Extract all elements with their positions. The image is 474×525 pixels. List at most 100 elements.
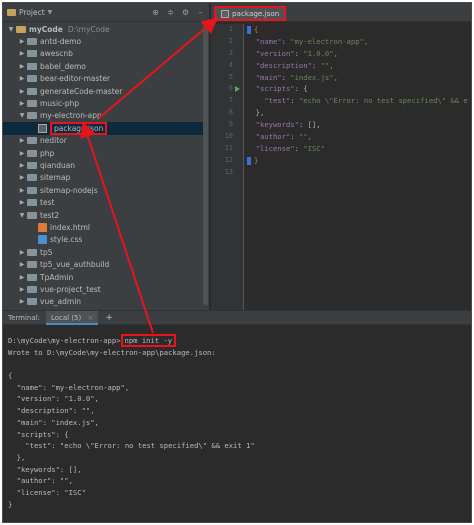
fold-marker-icon[interactable] (247, 26, 251, 34)
tree-item-label: sitemap (40, 173, 71, 183)
tree-item[interactable]: ▶ vue-project_test (3, 283, 203, 295)
folder-icon (27, 211, 37, 219)
json-file-icon (38, 123, 47, 133)
folder-icon (27, 50, 37, 58)
tree-item-label: php (40, 148, 55, 158)
terminal-line: Wrote to D:\myCode\my-electron-app\packa… (8, 347, 216, 357)
code-token: "scripts" (255, 84, 295, 94)
chevron-down-icon[interactable]: ▼ (7, 26, 15, 33)
tree-item[interactable]: ▶ php (3, 147, 203, 159)
chevron-right-icon[interactable]: ▶ (18, 274, 26, 281)
chevron-right-icon[interactable]: ▶ (18, 75, 26, 82)
chevron-right-icon[interactable]: ▶ (18, 100, 26, 107)
code-line: }, (247, 107, 471, 119)
tree-item[interactable]: ▶ qianduan (3, 159, 203, 171)
fold-marker-icon[interactable] (247, 156, 251, 165)
line-number: 9 (228, 120, 233, 129)
tree-item[interactable]: index.html (3, 221, 203, 233)
chevron-down-icon[interactable]: ▼ (48, 9, 53, 16)
code-content[interactable]: { "name": "my-electron-app", "version": … (247, 24, 471, 179)
line-number: 12 (224, 155, 233, 164)
close-icon[interactable]: × (87, 314, 93, 322)
code-token: "" (298, 132, 308, 142)
locate-file-icon[interactable]: ⊕ (151, 8, 160, 17)
tab-package-json[interactable]: package.json (214, 6, 287, 21)
chevron-down-icon[interactable]: ▼ (18, 112, 26, 119)
tree-item[interactable]: ▶ vue_admin (3, 296, 203, 308)
terminal-line: "version": "1.0.0", (8, 394, 99, 404)
chevron-right-icon[interactable]: ▶ (18, 38, 26, 45)
tree-item[interactable]: ▼ test2 (3, 209, 203, 221)
tree-item[interactable]: ▶ babel_demo (3, 60, 203, 72)
tree-item[interactable]: ▶ sitemap (3, 172, 203, 184)
code-token: "keywords" (255, 120, 299, 130)
line-number: 7 (228, 96, 233, 105)
root-folder-name: myCode (29, 24, 63, 34)
tree-item[interactable]: style.css (3, 234, 203, 246)
chevron-down-icon[interactable]: ▼ (18, 212, 26, 219)
code-token: : (294, 143, 304, 153)
tree-item-label: my-electron-app (40, 111, 102, 121)
tree-item[interactable]: ▶ bear-editor-master (3, 73, 203, 85)
chevron-right-icon[interactable]: ▶ (18, 261, 26, 268)
terminal-title: Terminal: (8, 313, 40, 322)
terminal-command-line: D:\myCode\my-electron-app> npm init -y (8, 334, 471, 347)
tree-item[interactable]: package.json (3, 121, 203, 135)
run-script-icon[interactable] (235, 85, 240, 92)
chevron-right-icon[interactable]: ▶ (18, 298, 26, 305)
tree-items: ▶ antd-demo ▶ awescnb ▶ babel_demo ▶ bear-edito… (3, 35, 203, 345)
chevron-right-icon[interactable]: ▶ (18, 286, 26, 293)
code-line: "license": "ISC" (247, 143, 471, 155)
chevron-right-icon[interactable]: ▶ (18, 199, 26, 206)
chevron-right-icon[interactable]: ▶ (18, 249, 26, 256)
project-panel-scrollbar[interactable] (203, 25, 208, 305)
tree-item[interactable]: ▶ antd-demo (3, 35, 203, 47)
chevron-right-icon[interactable]: ▶ (18, 88, 26, 95)
project-panel: Project ▼ ⊕ ≑ ⚙ – ▼ myCode D:\myCode ▶ an… (3, 3, 210, 344)
code-token: "my-electron-app" (290, 36, 364, 46)
editor-area: package.json 1 2 3 4 5 6 7 8 9 10 11 12 13 { "name":… (211, 3, 471, 310)
folder-icon (27, 112, 37, 120)
tree-item[interactable]: ▶ tp5_vue_authbuild (3, 258, 203, 270)
tree-item-label: tp5 (40, 247, 53, 257)
tree-root[interactable]: ▼ myCode D:\myCode (3, 23, 203, 35)
tab-local-terminal[interactable]: Local (5) × (45, 310, 99, 325)
terminal-command: npm init -y (120, 334, 177, 347)
folder-icon (27, 137, 37, 145)
tree-item[interactable]: ▶ test (3, 196, 203, 208)
code-token: : (281, 36, 291, 46)
folder-icon (27, 38, 37, 46)
tree-item-label: qianduan (40, 160, 76, 170)
tree-item[interactable]: ▶ neditor (3, 135, 203, 147)
code-token: "description" (255, 60, 312, 70)
chevron-right-icon[interactable]: ▶ (18, 150, 26, 157)
tree-item[interactable]: ▶ sitemap-nodejs (3, 184, 203, 196)
collapse-all-icon[interactable]: ≑ (166, 8, 175, 17)
tree-item[interactable]: ▶ tp5 (3, 246, 203, 258)
tree-item[interactable]: ▶ awescnb (3, 48, 203, 60)
gear-icon[interactable]: ⚙ (181, 8, 190, 17)
folder-icon (27, 273, 37, 281)
project-tree: ▼ myCode D:\myCode ▶ antd-demo ▶ awescnb ▶ ba… (3, 23, 203, 345)
terminal-line: "name": "my-electron-app", (8, 382, 130, 392)
tree-item[interactable]: ▶ generateCode-master (3, 85, 203, 97)
tree-item[interactable]: ▶ TpAdmin (3, 271, 203, 283)
terminal-output[interactable]: D:\myCode\my-electron-app> npm init -y Wr… (3, 325, 471, 510)
chevron-right-icon[interactable]: ▶ (18, 63, 26, 70)
chevron-right-icon[interactable]: ▶ (18, 187, 26, 194)
tree-item[interactable]: ▶ music-php (3, 97, 203, 109)
hide-panel-icon[interactable]: – (196, 8, 205, 17)
chevron-right-icon[interactable]: ▶ (18, 137, 26, 144)
project-panel-title[interactable]: Project (19, 8, 45, 17)
chevron-right-icon[interactable]: ▶ (18, 50, 26, 57)
chevron-right-icon[interactable]: ▶ (18, 162, 26, 169)
add-terminal-icon[interactable]: + (105, 313, 113, 323)
tree-item[interactable]: ▼ my-electron-app (3, 110, 203, 122)
chevron-right-icon[interactable]: ▶ (18, 174, 26, 181)
terminal-panel: Terminal: Local (5) × + D:\myCode\my-ele… (3, 310, 471, 522)
